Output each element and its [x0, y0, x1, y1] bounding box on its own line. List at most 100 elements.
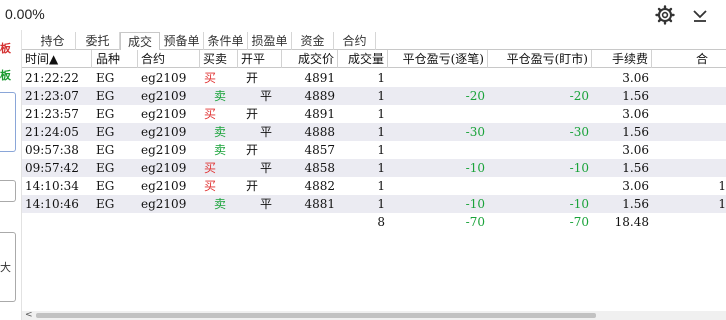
cell-pnl-trade: -20 — [465, 89, 485, 103]
cell-variety: EG — [96, 197, 115, 211]
cell-qty: 1 — [377, 161, 385, 175]
col-qty[interactable]: 成交量 — [338, 50, 388, 68]
scrollbar-thumb[interactable] — [36, 313, 596, 318]
cell-side: 买 — [204, 107, 217, 121]
cell-extra — [652, 105, 726, 123]
cell-openclose: 开 — [246, 71, 259, 85]
col-pnl-mark[interactable]: 平仓盈亏(盯市) — [488, 50, 592, 68]
percent-readout: 0.00% — [5, 6, 45, 22]
cell-time: 21:23:07 — [25, 89, 79, 103]
summary-pnl-mark: -70 — [569, 215, 589, 229]
col-contract[interactable]: 合约 — [138, 50, 200, 68]
cell-qty: 1 — [377, 143, 385, 157]
table-header: 时间▲ 品种 合约 买卖 开平 成交价 成交量 平仓盈亏(逐笔) 平仓盈亏(盯市… — [22, 50, 726, 68]
chevron-down-icon[interactable] — [691, 6, 709, 24]
cell-openclose: 平 — [260, 89, 273, 103]
cell-contract: eg2109 — [141, 89, 187, 103]
side-label-lower: 大 — [0, 261, 11, 274]
cell-variety: EG — [96, 89, 115, 103]
cell-contract: eg2109 — [141, 143, 187, 157]
side-label-green: 板 — [0, 69, 11, 82]
side-box-button[interactable] — [0, 92, 16, 152]
cell-variety: EG — [96, 161, 115, 175]
col-pnl-trade[interactable]: 平仓盈亏(逐笔) — [388, 50, 488, 68]
cell-price: 4882 — [304, 179, 335, 193]
cell-time: 21:22:22 — [25, 71, 79, 85]
cell-pnl-mark — [488, 177, 592, 195]
cell-pnl-trade: -10 — [465, 197, 485, 211]
cell-side: 卖 — [214, 89, 227, 103]
cell-side: 买 — [204, 71, 217, 85]
side-small-box[interactable] — [0, 180, 16, 202]
tab-positions[interactable]: 持仓 — [30, 32, 76, 50]
cell-price: 4889 — [304, 89, 335, 103]
cell-fee: 1.56 — [622, 89, 649, 103]
cell-pnl-trade — [388, 69, 488, 87]
cell-openclose: 开 — [246, 143, 259, 157]
cell-pnl-mark: -20 — [569, 89, 589, 103]
cell-fee: 1.56 — [622, 161, 649, 175]
tab-stoploss[interactable]: 损盈单 — [248, 32, 292, 50]
cell-price: 4881 — [304, 197, 335, 211]
cell-price: 4888 — [304, 125, 335, 139]
col-variety[interactable]: 品种 — [92, 50, 138, 68]
cell-variety: EG — [96, 107, 115, 121]
cell-fee: 1.56 — [622, 125, 649, 139]
side-lower-box[interactable]: 大 — [0, 232, 16, 302]
tab-funds[interactable]: 资金 — [292, 32, 334, 50]
tab-preorders[interactable]: 预备单 — [160, 32, 204, 50]
cell-contract: eg2109 — [141, 107, 187, 121]
col-price[interactable]: 成交价 — [282, 50, 338, 68]
cell-fee: 3.06 — [622, 179, 649, 193]
cell-extra — [652, 69, 726, 87]
cell-extra — [652, 141, 726, 159]
cell-extra — [652, 123, 726, 141]
cell-openclose: 开 — [246, 107, 259, 121]
gear-icon[interactable] — [655, 5, 675, 25]
cell-extra — [652, 159, 726, 177]
tab-orders[interactable]: 委托 — [76, 32, 120, 50]
table-row[interactable]: 14:10:46 EG eg2109 卖 平 4881 1 -10 -10 1.56 1 — [22, 195, 726, 213]
cell-extra: 1 — [718, 179, 726, 193]
scroll-left-icon[interactable]: < — [25, 310, 33, 320]
col-side[interactable]: 买卖 — [200, 50, 238, 68]
table-row[interactable]: 21:23:07 EG eg2109 卖 平 4889 1 -20 -20 1.56 — [22, 87, 726, 105]
table-row[interactable]: 09:57:42 EG eg2109 买 平 4858 1 -10 -10 1.56 — [22, 159, 726, 177]
table-row[interactable]: 14:10:34 EG eg2109 买 开 4882 1 3.06 1 — [22, 177, 726, 195]
tab-fills[interactable]: 成交 — [120, 32, 160, 51]
col-fee[interactable]: 手续费 — [592, 50, 652, 68]
cell-time: 21:23:57 — [25, 107, 79, 121]
horizontal-scrollbar[interactable]: < — [22, 310, 726, 320]
cell-qty: 1 — [377, 197, 385, 211]
cell-contract: eg2109 — [141, 71, 187, 85]
cell-price: 4891 — [304, 107, 335, 121]
cell-time: 21:24:05 — [25, 125, 79, 139]
col-openclose[interactable]: 开平 — [238, 50, 282, 68]
cell-side: 卖 — [214, 143, 227, 157]
cell-pnl-trade: -30 — [465, 125, 485, 139]
cell-openclose: 开 — [246, 179, 259, 193]
summary-fee: 18.48 — [614, 215, 649, 229]
cell-pnl-mark — [488, 141, 592, 159]
table-row[interactable]: 21:24:05 EG eg2109 卖 平 4888 1 -30 -30 1.56 — [22, 123, 726, 141]
table-row[interactable]: 21:22:22 EG eg2109 买 开 4891 1 3.06 — [22, 69, 726, 87]
table-row[interactable]: 09:57:38 EG eg2109 卖 开 4857 1 3.06 — [22, 141, 726, 159]
cell-price: 4857 — [304, 143, 335, 157]
cell-extra: 1 — [718, 197, 726, 211]
col-time[interactable]: 时间▲ — [22, 50, 92, 68]
cell-fee: 3.06 — [622, 107, 649, 121]
cell-side: 卖 — [214, 197, 227, 211]
cell-contract: eg2109 — [141, 161, 187, 175]
cell-variety: EG — [96, 71, 115, 85]
col-extra[interactable]: 合 — [652, 50, 710, 68]
tab-contracts[interactable]: 合约 — [334, 32, 376, 50]
tab-conditional[interactable]: 条件单 — [204, 32, 248, 50]
cell-contract: eg2109 — [141, 125, 187, 139]
cell-contract: eg2109 — [141, 197, 187, 211]
table-row[interactable]: 21:23:57 EG eg2109 买 开 4891 1 3.06 — [22, 105, 726, 123]
top-bar: 0.00% — [0, 0, 726, 30]
cell-openclose: 平 — [260, 161, 273, 175]
cell-qty: 1 — [377, 107, 385, 121]
summary-row: 8 -70 -70 18.48 — [22, 213, 726, 231]
cell-time: 09:57:42 — [25, 161, 79, 175]
